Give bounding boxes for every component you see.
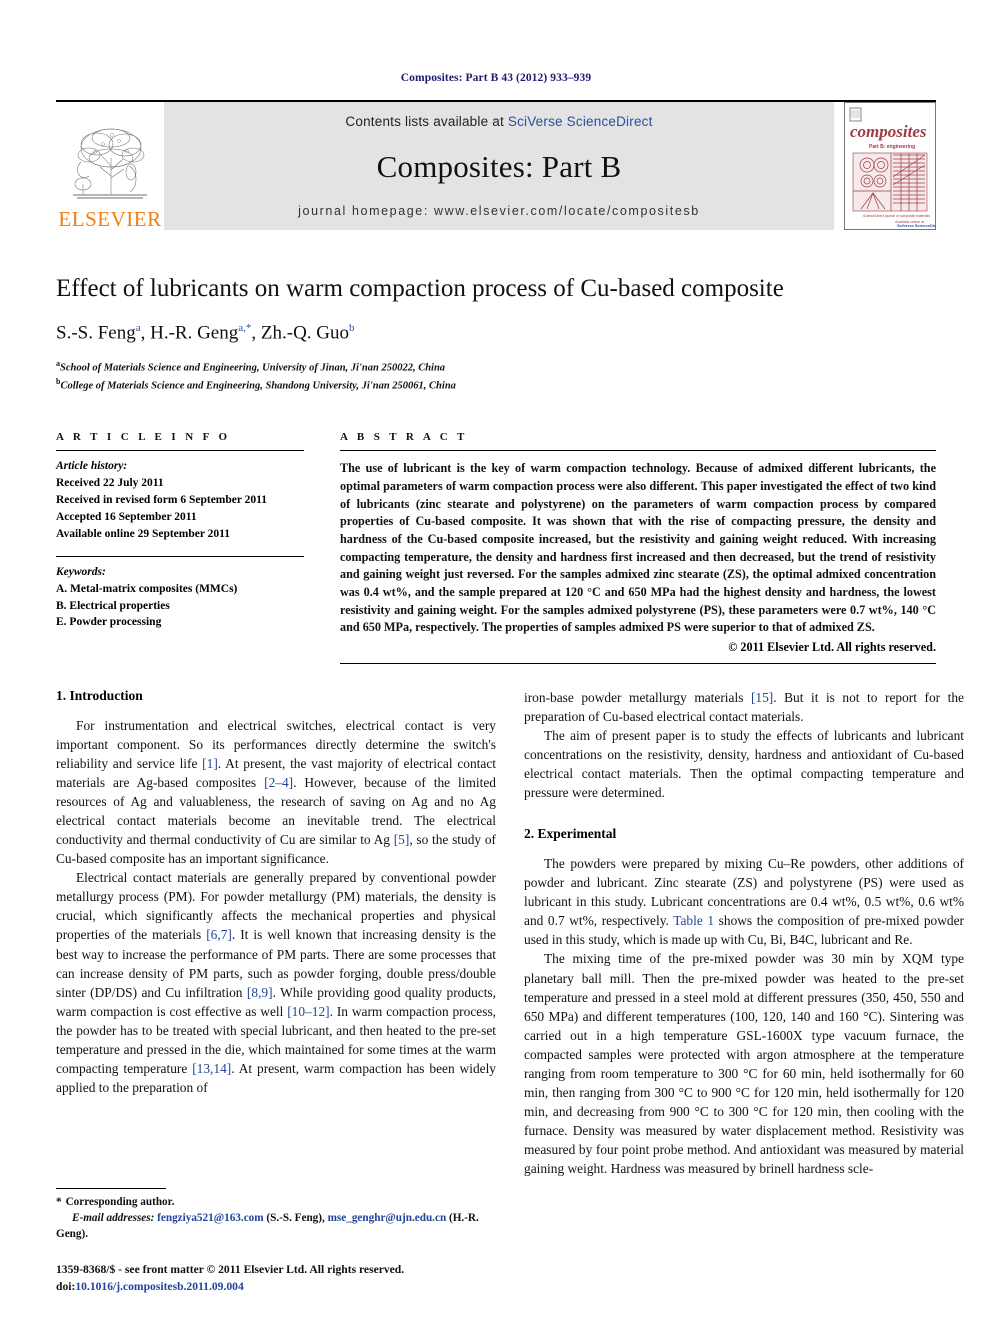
journal-title: Composites: Part B — [376, 149, 622, 184]
email-link-1[interactable]: fengziya521@163.com — [157, 1212, 263, 1224]
citation-ref[interactable]: [13,14] — [192, 1061, 231, 1076]
author-name: Zh.-Q. Guo — [260, 321, 350, 343]
author-name: S.-S. Feng — [56, 321, 136, 343]
article-info-heading: A R T I C L E I N F O — [56, 431, 231, 444]
sciencedirect-link[interactable]: SciVerse ScienceDirect — [508, 114, 653, 129]
email-link-2[interactable]: mse_genghr@ujn.edu.cn — [328, 1212, 447, 1224]
issn-copyright-line: 1359-8368/$ - see front matter © 2011 El… — [56, 1263, 405, 1276]
svg-text:ScienceDirect journal of compo: ScienceDirect journal of composite mater… — [863, 214, 930, 218]
elsevier-tree-icon — [73, 128, 147, 199]
affiliation-text: School of Materials Science and Engineer… — [60, 362, 446, 374]
journal-cover-art: composites Part B: engineering ScienceDi… — [845, 103, 935, 229]
right-column: iron-base powder metallurgy materials [1… — [524, 688, 964, 1178]
abstract-copyright: © 2011 Elsevier Ltd. All rights reserved… — [728, 640, 936, 655]
history-item: Accepted 16 September 2011 — [56, 510, 197, 523]
contents-lists-prefix: Contents lists available at — [345, 114, 508, 129]
paragraph: The powders were prepared by mixing Cu–R… — [524, 854, 964, 949]
left-column: 1. Introduction For instrumentation and … — [56, 688, 496, 1178]
abstract-heading: A B S T R A C T — [340, 431, 468, 444]
footnote-block: * Corresponding author. E-mail addresses:… — [56, 1188, 496, 1243]
journal-cover-thumbnail: composites Part B: engineering ScienceDi… — [844, 102, 936, 230]
section-heading-experimental: 2. Experimental — [524, 826, 617, 842]
asterisk-icon: * — [56, 1196, 62, 1208]
contents-lists-line: Contents lists available at SciVerse Sci… — [345, 114, 652, 129]
journal-band: Contents lists available at SciVerse Sci… — [164, 102, 834, 230]
title-block: Effect of lubricants on warm compaction … — [56, 274, 936, 393]
imprint-block: 1359-8368/$ - see front matter © 2011 El… — [56, 1262, 556, 1296]
affiliation-list: aSchool of Materials Science and Enginee… — [56, 358, 936, 393]
running-head: Composites: Part B 43 (2012) 933–939 — [400, 72, 592, 84]
elsevier-wordmark: ELSEVIER — [58, 207, 162, 231]
paragraph: Electrical contact materials are general… — [56, 868, 496, 1096]
history-item: Available online 29 September 2011 — [56, 527, 230, 540]
article-history-block: Article history: Received 22 July 2011 R… — [56, 451, 304, 542]
history-item: Received in revised form 6 September 201… — [56, 494, 268, 507]
svg-text:Part B: engineering: Part B: engineering — [869, 144, 915, 150]
svg-text:SciVerse ScienceDirect: SciVerse ScienceDirect — [897, 223, 935, 228]
body-columns: 1. Introduction For instrumentation and … — [56, 688, 964, 1178]
journal-masthead: ELSEVIER Contents lists available at Sci… — [56, 100, 936, 230]
keywords-block: Keywords: A. Metal-matrix composites (MM… — [56, 557, 304, 632]
paragraph: For instrumentation and electrical switc… — [56, 716, 496, 868]
doi-link[interactable]: 10.1016/j.compositesb.2011.09.004 — [75, 1280, 243, 1293]
paragraph: The aim of present paper is to study the… — [524, 728, 964, 801]
keywords-label: Keywords: — [56, 565, 106, 578]
citation-ref[interactable]: [10–12] — [287, 1004, 329, 1019]
keyword-item: A. Metal-matrix composites (MMCs) — [56, 582, 238, 595]
text-run: iron-base powder metallurgy materials — [524, 690, 751, 706]
divider — [340, 663, 936, 665]
article-page: Composites: Part B 43 (2012) 933–939 ELS… — [0, 0, 992, 1323]
email-addresses-note: E-mail addresses: fengziya521@163.com (S… — [56, 1211, 496, 1243]
citation-ref[interactable]: [5] — [394, 832, 410, 847]
paragraph: The mixing time of the pre-mixed powder … — [524, 951, 964, 1176]
affiliation-text: College of Materials Science and Enginee… — [60, 380, 456, 392]
doi-line: doi:10.1016/j.compositesb.2011.09.004 — [56, 1279, 556, 1296]
history-item: Received 22 July 2011 — [56, 477, 164, 490]
author-list: S.-S. Fenga, H.-R. Genga,*, Zh.-Q. Guob — [56, 321, 355, 343]
journal-homepage-line[interactable]: journal homepage: www.elsevier.com/locat… — [298, 204, 700, 218]
citation-ref[interactable]: [2–4] — [264, 775, 293, 790]
author-affil-marker: a,* — [238, 321, 252, 334]
doi-label: doi: — [56, 1279, 76, 1293]
citation-ref[interactable]: [8,9] — [247, 985, 273, 1000]
paragraph: iron-base powder metallurgy materials [1… — [524, 688, 964, 726]
elsevier-logo: ELSEVIER — [56, 102, 164, 230]
email-owner-1: (S.-S. Feng), — [263, 1211, 328, 1224]
article-info-column: A R T I C L E I N F O Article history: R… — [56, 431, 304, 664]
section-heading-introduction: 1. Introduction — [56, 688, 143, 704]
keyword-item: E. Powder processing — [56, 616, 162, 629]
footnote-divider — [56, 1188, 166, 1189]
author-affil-marker: b — [349, 321, 355, 334]
corresponding-author-note: * Corresponding author. — [56, 1195, 496, 1211]
page-title: Effect of lubricants on warm compaction … — [56, 275, 784, 302]
info-abstract-region: A R T I C L E I N F O Article history: R… — [56, 431, 936, 665]
citation-ref[interactable]: [15] — [751, 690, 773, 705]
svg-text:composites: composites — [850, 122, 927, 141]
email-label: E-mail addresses: — [72, 1211, 155, 1224]
corresponding-author-text: Corresponding author. — [65, 1196, 175, 1208]
keyword-item: B. Electrical properties — [56, 599, 170, 612]
author-affil-marker: a — [135, 321, 141, 334]
table-link[interactable]: Table 1 — [673, 913, 714, 928]
author-name: H.-R. Geng — [150, 321, 239, 343]
article-history-label: Article history: — [56, 460, 128, 473]
citation-ref[interactable]: [6,7] — [206, 927, 232, 942]
citation-ref[interactable]: [1] — [202, 756, 218, 771]
abstract-text: The use of lubricant is the key of warm … — [340, 461, 936, 635]
abstract-column: A B S T R A C T The use of lubricant is … — [340, 431, 936, 665]
